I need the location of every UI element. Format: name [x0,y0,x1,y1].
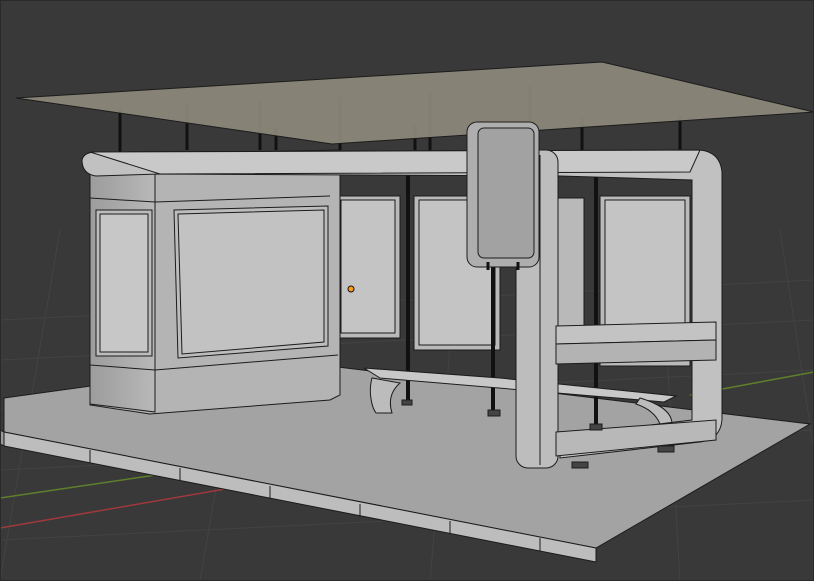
roof-plane[interactable] [15,61,814,145]
ad-kiosk[interactable] [89,149,341,415]
3d-viewport[interactable] [0,0,814,581]
info-sign[interactable] [466,121,540,270]
object-origin[interactable] [347,285,355,293]
scene-canvas[interactable] [0,0,814,581]
x-axis-line [0,482,261,529]
